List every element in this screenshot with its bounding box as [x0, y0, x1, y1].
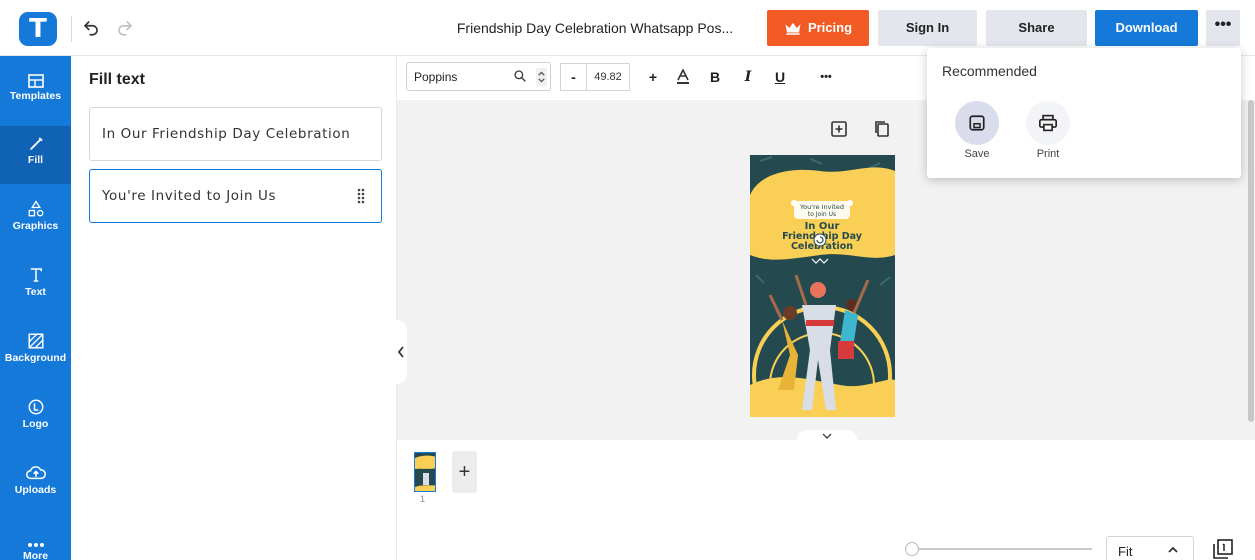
chevron-down-icon	[822, 433, 832, 439]
decrease-font-size-button[interactable]: -	[560, 63, 586, 91]
poster-invite-line2: to Join Us	[808, 211, 836, 218]
canvas-scrollbar-thumb[interactable]	[1248, 100, 1254, 422]
panel-title: Fill text	[89, 71, 146, 88]
collapse-panel-button[interactable]	[395, 320, 407, 384]
sidebar-item-label: Logo	[22, 418, 49, 430]
zoom-slider-handle[interactable]	[905, 542, 919, 556]
chevron-updown-icon[interactable]	[536, 67, 547, 87]
sidebar-item-label: Uploads	[14, 484, 57, 496]
recommended-title: Recommended	[942, 63, 1037, 79]
sign-in-button[interactable]: Sign In	[878, 10, 977, 46]
sidebar-item-fill[interactable]: Fill	[0, 126, 71, 184]
text-icon	[30, 268, 42, 282]
italic-button[interactable]: I	[737, 63, 759, 91]
redo-button[interactable]	[114, 16, 136, 40]
chevron-left-icon	[397, 346, 404, 358]
zoom-select-value: Fit	[1118, 544, 1133, 559]
undo-button[interactable]	[80, 16, 102, 40]
sidebar-item-uploads[interactable]: Uploads	[0, 456, 71, 514]
pricing-label: Pricing	[807, 20, 853, 35]
bold-button[interactable]: B	[704, 63, 726, 91]
add-page-button[interactable]: +	[452, 451, 477, 493]
zoom-slider[interactable]	[912, 548, 1092, 550]
poster-invite-line1: You're Invited	[799, 203, 844, 211]
undo-icon	[84, 21, 98, 36]
page-overview-icon[interactable]	[1212, 538, 1234, 560]
font-family-value: Poppins	[414, 70, 458, 84]
print-button[interactable]	[1026, 101, 1070, 145]
more-options-button[interactable]: •••	[1206, 10, 1240, 46]
text-color-icon	[677, 69, 689, 84]
logo-icon	[28, 399, 43, 415]
zoom-select[interactable]: Fit	[1106, 536, 1194, 560]
download-button[interactable]: Download	[1095, 10, 1198, 46]
page-thumbnail[interactable]	[414, 452, 436, 492]
cloud-upload-icon	[25, 466, 46, 480]
fill-text-panel: Fill text In Our Friendship Day Celebrat…	[71, 56, 397, 560]
sidebar-item-logo[interactable]: Logo	[0, 390, 71, 448]
duplicate-page-icon[interactable]	[873, 120, 891, 138]
pricing-button[interactable]: Pricing	[767, 10, 869, 46]
drag-handle-icon[interactable]	[357, 188, 365, 204]
save-label: Save	[964, 148, 990, 160]
sidebar-item-more[interactable]: More	[0, 522, 71, 560]
divider	[71, 16, 72, 42]
share-button[interactable]: Share	[986, 10, 1087, 46]
sidebar-item-label: Fill	[27, 154, 44, 166]
save-icon	[969, 115, 985, 131]
print-label: Print	[1036, 148, 1060, 160]
page-thumbnail-image	[415, 453, 435, 491]
sidebar-item-label: More	[22, 550, 49, 560]
increase-font-size-button[interactable]: +	[640, 63, 666, 91]
chevron-up-icon	[1168, 546, 1178, 553]
sidebar-item-templates[interactable]: Templates	[0, 62, 71, 120]
sidebar-item-label: Background	[4, 352, 67, 364]
recommended-dropdown: Recommended Save Print	[927, 48, 1241, 178]
search-icon	[514, 70, 526, 82]
add-page-icon[interactable]	[830, 120, 848, 138]
collapse-pages-button[interactable]	[797, 430, 857, 442]
app-logo[interactable]: T	[19, 12, 57, 46]
sidebar-item-label: Templates	[9, 90, 62, 102]
templates-icon	[27, 74, 44, 88]
field-value: You're Invited to Join Us	[102, 188, 277, 204]
sidebar-item-graphics[interactable]: Graphics	[0, 192, 71, 250]
text-color-button[interactable]	[672, 63, 694, 91]
shapes-icon	[28, 200, 43, 217]
poster-canvas[interactable]: You're Invited to Join Us In Our Friends…	[750, 155, 895, 417]
crown-icon	[785, 22, 801, 35]
page-number: 1	[420, 494, 426, 504]
fill-text-field-1[interactable]: In Our Friendship Day Celebration	[89, 107, 382, 161]
pencil-icon	[29, 137, 43, 150]
document-title[interactable]: Friendship Day Celebration Whatsapp Pos.…	[430, 10, 760, 46]
editor-app: T Friendship Day Celebration Whatsapp Po…	[0, 0, 1255, 560]
printer-icon	[1039, 114, 1057, 132]
redo-icon	[118, 21, 132, 36]
sidebar-item-label: Text	[25, 286, 46, 298]
font-size-input[interactable]: 49.82	[586, 63, 630, 91]
fill-text-field-2[interactable]: You're Invited to Join Us	[89, 169, 382, 223]
toolbar-more-button[interactable]: •••	[814, 63, 838, 91]
background-icon	[28, 333, 43, 349]
poster-artwork: You're Invited to Join Us In Our Friends…	[750, 155, 895, 417]
sidebar-item-background[interactable]: Background	[0, 324, 71, 382]
left-sidebar: Templates Fill Graphics Text Background …	[0, 56, 71, 560]
sidebar-item-label: Graphics	[12, 220, 59, 232]
underline-button[interactable]: U	[769, 63, 791, 91]
font-family-select[interactable]: Poppins	[406, 62, 551, 91]
more-icon	[27, 543, 44, 547]
sidebar-item-text[interactable]: Text	[0, 258, 71, 316]
save-button[interactable]	[955, 101, 999, 145]
